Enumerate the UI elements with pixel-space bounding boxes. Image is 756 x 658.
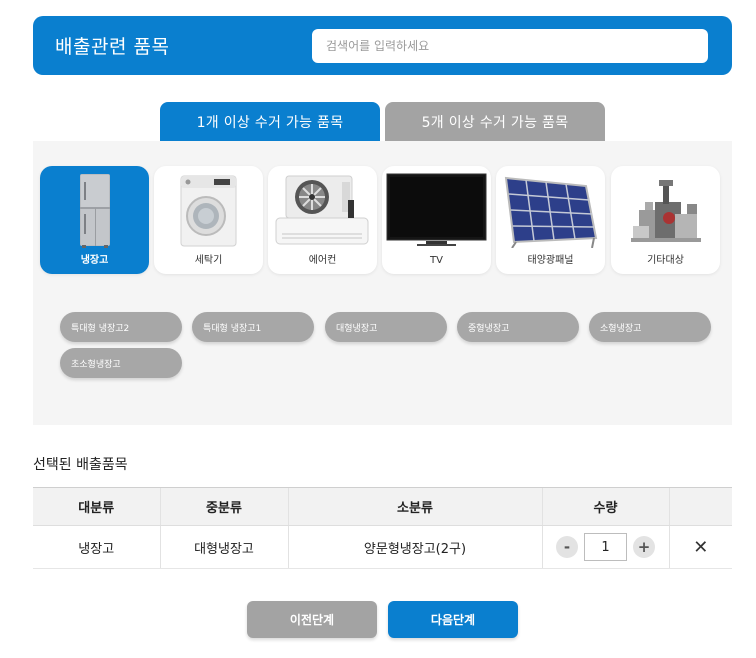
increment-button[interactable]: + <box>633 536 655 558</box>
category-label: 세탁기 <box>194 255 223 266</box>
header-bar: 배출관련 품목 <box>33 16 732 75</box>
cell-middle: 대형냉장고 <box>159 525 288 569</box>
cell-delete: ✕ <box>668 525 732 569</box>
column-header-middle: 중분류 <box>159 487 288 526</box>
table-row: 냉장고 대형냉장고 양문형냉장고(2구) - + ✕ <box>33 525 732 569</box>
misc-appliances-icon <box>631 180 701 242</box>
quantity-stepper: - + <box>556 533 655 561</box>
column-header-qty: 수량 <box>541 487 669 526</box>
category-panel: 냉장고 세탁기 에어컨 TV 태양광패널 기타대상 특대형 냉장고2 특대형 냉… <box>33 141 732 425</box>
delete-row-button[interactable]: ✕ <box>693 537 708 558</box>
column-header-major: 대분류 <box>33 487 160 526</box>
cell-major: 냉장고 <box>33 525 160 569</box>
quantity-input[interactable] <box>584 533 627 561</box>
washing-machine-icon <box>180 175 237 247</box>
tab-1plus-items[interactable]: 1개 이상 수거 가능 품목 <box>160 102 380 142</box>
category-label: 태양광패널 <box>527 255 574 266</box>
category-card-air-conditioner[interactable]: 에어컨 <box>268 166 377 274</box>
decrement-button[interactable]: - <box>556 536 578 558</box>
subitem-chip[interactable]: 중형냉장고 <box>457 312 579 342</box>
subitem-chip[interactable]: 대형냉장고 <box>325 312 447 342</box>
air-conditioner-icon <box>275 175 369 245</box>
category-card-solar-panel[interactable]: 태양광패널 <box>496 166 605 274</box>
solar-panel-icon <box>504 176 598 248</box>
cell-qty: - + <box>541 525 669 569</box>
search-input[interactable] <box>312 29 708 63</box>
page-title: 배출관련 품목 <box>55 36 170 58</box>
category-card-washing-machine[interactable]: 세탁기 <box>154 166 263 274</box>
category-label: 냉장고 <box>80 255 109 266</box>
refrigerator-icon <box>80 174 110 248</box>
column-header-delete <box>668 487 732 526</box>
subitem-chip[interactable]: 초소형냉장고 <box>60 348 182 378</box>
category-label: TV <box>430 255 443 266</box>
category-card-misc[interactable]: 기타대상 <box>611 166 720 274</box>
selected-items-title: 선택된 배출품목 <box>33 457 128 473</box>
tab-5plus-items[interactable]: 5개 이상 수거 가능 품목 <box>385 102 605 142</box>
selected-items-table: 대분류 중분류 소분류 수량 냉장고 대형냉장고 양문형냉장고(2구) - + … <box>33 487 732 569</box>
category-label: 기타대상 <box>647 255 684 266</box>
next-step-button[interactable]: 다음단계 <box>388 601 518 638</box>
subitem-chip[interactable]: 소형냉장고 <box>589 312 711 342</box>
subitem-chip[interactable]: 특대형 냉장고2 <box>60 312 182 342</box>
table-header-row: 대분류 중분류 소분류 수량 <box>33 487 732 526</box>
subitem-chip[interactable]: 특대형 냉장고1 <box>192 312 314 342</box>
category-label: 에어컨 <box>308 255 337 266</box>
category-card-tv[interactable]: TV <box>382 166 491 274</box>
cell-minor: 양문형냉장고(2구) <box>287 525 542 569</box>
tv-icon <box>386 173 487 246</box>
category-card-refrigerator[interactable]: 냉장고 <box>40 166 149 274</box>
previous-step-button[interactable]: 이전단계 <box>247 601 377 638</box>
column-header-minor: 소분류 <box>287 487 542 526</box>
